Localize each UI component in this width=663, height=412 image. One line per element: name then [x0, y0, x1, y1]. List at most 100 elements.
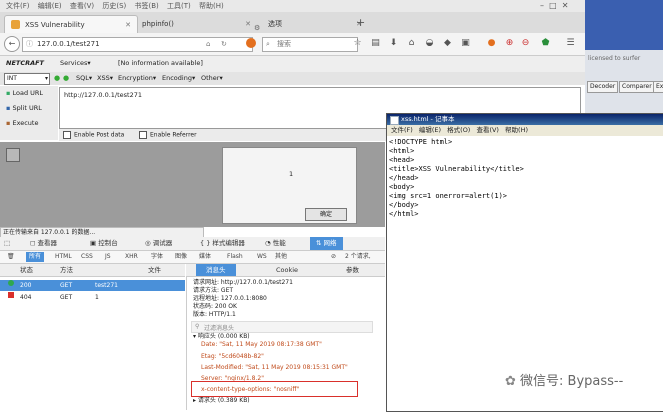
- menu-bookmarks[interactable]: 书签(B): [135, 2, 159, 10]
- alert-ok-button[interactable]: 确定: [305, 208, 347, 221]
- tab-console[interactable]: ▣ 控制台: [90, 237, 118, 250]
- notepad-window: xss.html - 记事本 文件(F) 编辑(E) 格式(O) 查看(V) 帮…: [386, 113, 663, 412]
- tab-network[interactable]: ⇅ 网络: [310, 237, 343, 250]
- decoder-tab[interactable]: Decoder: [587, 81, 619, 93]
- download-icon[interactable]: ⬇: [388, 38, 399, 49]
- tab-debugger[interactable]: ◎ 调试器: [145, 237, 172, 250]
- post-data-checkbox[interactable]: Enable Post data: [63, 131, 124, 139]
- code-line: <!DOCTYPE html>: [389, 138, 453, 146]
- request-row[interactable]: 404 GET 1: [0, 292, 185, 303]
- home-icon[interactable]: ⌂: [206, 38, 210, 51]
- header-line: Date: "Sat, 11 May 2019 08:17:38 GMT": [201, 341, 322, 348]
- filter-css[interactable]: CSS: [78, 252, 96, 262]
- tab-inspector[interactable]: ◻ 查看器: [30, 237, 57, 250]
- tab-options[interactable]: ⚙ 选项 ✕: [248, 15, 368, 33]
- comparer-tab[interactable]: Comparer: [619, 81, 655, 93]
- request-method: GET: [60, 294, 73, 301]
- minimize-button[interactable]: –: [540, 1, 544, 10]
- referrer-checkbox[interactable]: Enable Referrer: [139, 131, 197, 139]
- tab-style-editor[interactable]: { } 样式编辑器: [200, 237, 245, 250]
- filter-html[interactable]: HTML: [52, 252, 75, 262]
- filter-other[interactable]: 其他: [272, 252, 290, 262]
- firefox-icon[interactable]: ●: [486, 38, 497, 49]
- close-window-button[interactable]: ✕: [562, 1, 569, 10]
- filter-xhr[interactable]: XHR: [122, 252, 141, 262]
- search-engine-icon[interactable]: [246, 38, 256, 48]
- filter-js[interactable]: JS: [102, 252, 114, 262]
- broken-image-icon: [6, 148, 20, 162]
- menu-edit[interactable]: 编辑(E): [38, 2, 62, 10]
- netcraft-logo[interactable]: NETCRAFT: [6, 59, 44, 67]
- response-headers-toggle[interactable]: ▾ 响应头 (0.000 KB): [193, 333, 250, 341]
- code-line: <head>: [389, 156, 415, 164]
- notepad-title-bar: xss.html - 记事本: [387, 114, 663, 125]
- back-button[interactable]: ←: [4, 36, 20, 52]
- pocket-icon[interactable]: ◒: [424, 38, 435, 49]
- bookmark-star-icon[interactable]: ☆: [352, 38, 363, 49]
- menu-history[interactable]: 历史(S): [102, 2, 126, 10]
- filter-icon: ⚲: [195, 323, 200, 330]
- column-status[interactable]: 状态: [20, 264, 33, 276]
- new-tab-button[interactable]: +: [356, 16, 365, 29]
- library-icon[interactable]: ▤: [370, 38, 381, 49]
- zoom-in-icon[interactable]: ⊕: [504, 38, 515, 49]
- menu-view[interactable]: 查看(V): [70, 2, 94, 10]
- column-method[interactable]: 方法: [60, 264, 73, 276]
- tab-xss[interactable]: XSS Vulnerability ✕: [4, 15, 138, 34]
- np-menu-file[interactable]: 文件(F): [391, 126, 413, 134]
- tab-cookie[interactable]: Cookie: [276, 264, 298, 276]
- split-url-label: Split URL: [12, 104, 42, 112]
- filter-images[interactable]: 图像: [172, 252, 190, 262]
- menu-file[interactable]: 文件(F): [6, 2, 30, 10]
- highlight-box: [191, 381, 358, 397]
- license-banner: licensed to surfer: [588, 55, 641, 62]
- split-url-button[interactable]: ▪ Split URL: [6, 104, 42, 112]
- post-data-label: Enable Post data: [74, 131, 125, 139]
- search-input[interactable]: ⌕ 搜索: [262, 37, 358, 52]
- zoom-out-icon[interactable]: ⊖: [520, 38, 531, 49]
- filter-flash[interactable]: Flash: [224, 252, 246, 262]
- filter-fonts[interactable]: 字体: [148, 252, 166, 262]
- np-menu-format[interactable]: 格式(O): [447, 126, 470, 134]
- hackbar-encryption[interactable]: Encryption▾: [118, 74, 156, 82]
- request-headers-toggle[interactable]: ▸ 请求头 (0.389 KB): [193, 397, 250, 405]
- filter-ws[interactable]: WS: [254, 252, 270, 262]
- url-bar[interactable]: ⓘ 127.0.0.1/test271 ⌂ ↻: [22, 37, 253, 52]
- extension-icon[interactable]: ▣: [460, 38, 471, 49]
- tab-params[interactable]: 参数: [346, 264, 359, 276]
- reload-icon[interactable]: ↻: [221, 38, 227, 51]
- home-button-icon[interactable]: ⌂: [406, 38, 417, 49]
- filter-headers-input[interactable]: ⚲ 过滤消息头: [191, 321, 373, 333]
- hackbar-other[interactable]: Other▾: [201, 74, 223, 82]
- trash-icon[interactable]: 🗑: [4, 252, 18, 262]
- hackbar-sql[interactable]: SQL▾: [76, 74, 92, 82]
- notepad-editor[interactable]: <!DOCTYPE html> <html> <head> <title>XSS Vu…: [389, 138, 524, 219]
- tab-headers[interactable]: 消息头: [196, 264, 236, 276]
- security-icon[interactable]: ⬟: [540, 38, 551, 49]
- maximize-button[interactable]: □: [549, 1, 557, 10]
- green-dot-icon: ●: [63, 74, 70, 82]
- load-url-button[interactable]: ▪ Load URL: [6, 89, 43, 97]
- hackbar-select[interactable]: INT ▾: [4, 73, 50, 85]
- column-file[interactable]: 文件: [148, 264, 161, 276]
- notepad-icon: [390, 116, 399, 125]
- tab-phpinfo[interactable]: phpinfo() ✕: [122, 15, 257, 33]
- np-menu-help[interactable]: 帮助(H): [505, 126, 528, 134]
- filter-media[interactable]: 媒体: [196, 252, 214, 262]
- netcraft-services[interactable]: Services▾: [60, 59, 91, 67]
- request-row[interactable]: 200 GET test271: [0, 280, 185, 291]
- np-menu-edit[interactable]: 编辑(E): [419, 126, 441, 134]
- hamburger-menu-icon[interactable]: ☰: [565, 38, 576, 49]
- hackbar-encoding[interactable]: Encoding▾: [162, 74, 195, 82]
- inspector-icon[interactable]: ⬚: [4, 237, 10, 250]
- menu-tools[interactable]: 工具(T): [167, 2, 191, 10]
- tab-performance[interactable]: ◔ 性能: [265, 237, 286, 250]
- filter-all[interactable]: 所有: [26, 252, 45, 262]
- extender-tab[interactable]: Ex: [653, 81, 663, 93]
- menu-help[interactable]: 帮助(H): [199, 2, 224, 10]
- np-menu-view[interactable]: 查看(V): [476, 126, 499, 134]
- execute-button[interactable]: ▪ Execute: [6, 119, 38, 127]
- load-url-label: Load URL: [12, 89, 44, 97]
- hackbar-xss[interactable]: XSS▾: [97, 74, 113, 82]
- shield-icon[interactable]: ◆: [442, 38, 453, 49]
